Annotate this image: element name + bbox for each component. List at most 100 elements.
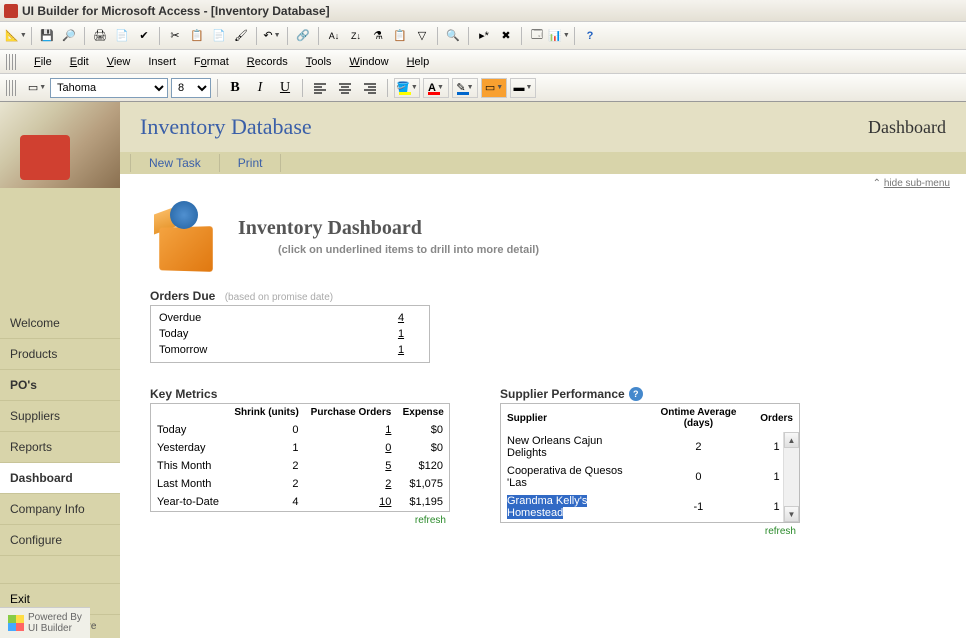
- window-titlebar: UI Builder for Microsoft Access - [Inven…: [0, 0, 966, 22]
- table-row: Last Month 2 2 $1,075: [151, 475, 450, 493]
- menu-help[interactable]: Help: [399, 53, 438, 71]
- font-color-button[interactable]: A▼: [423, 78, 449, 98]
- help-icon[interactable]: ?: [629, 387, 643, 401]
- help-button[interactable]: ?: [580, 26, 600, 46]
- dashboard-subtitle: (click on underlined items to drill into…: [238, 244, 539, 256]
- find-button[interactable]: 🔍: [443, 26, 463, 46]
- sidebar-item-suppliers[interactable]: Suppliers: [0, 401, 120, 432]
- table-row: Year-to-Date 4 10 $1,195: [151, 493, 450, 512]
- print-button[interactable]: 🖨: [90, 26, 110, 46]
- order-label: Overdue: [159, 312, 201, 324]
- vertical-scrollbar[interactable]: ▲ ▼: [783, 432, 799, 522]
- delete-record-button[interactable]: ✖: [496, 26, 516, 46]
- undo-button[interactable]: ↶▼: [262, 26, 282, 46]
- key-metrics-title: Key Metrics: [150, 387, 450, 401]
- table-header: [151, 404, 229, 422]
- sidebar-item-products[interactable]: Products: [0, 339, 120, 370]
- table-header: Expense: [397, 404, 449, 422]
- key-metrics-table: Shrink (units) Purchase Orders Expense T…: [150, 403, 450, 512]
- menu-view[interactable]: View: [99, 53, 139, 71]
- po-drill-link[interactable]: 5: [385, 460, 391, 472]
- order-label: Today: [159, 328, 188, 340]
- page-title: Dashboard: [868, 117, 946, 138]
- order-value-link[interactable]: 1: [381, 344, 421, 356]
- sidebar-item-reports[interactable]: Reports: [0, 432, 120, 463]
- hide-submenu-row: ⌃ hide sub-menu: [120, 174, 966, 193]
- sidebar-hero-image: [0, 102, 120, 188]
- database-window-button[interactable]: 🗔: [527, 26, 547, 46]
- align-right-button[interactable]: [359, 78, 381, 98]
- file-search-button[interactable]: 🔎: [59, 26, 79, 46]
- toolbar-grip-icon[interactable]: [6, 80, 18, 96]
- sort-desc-button[interactable]: Z↓: [346, 26, 366, 46]
- order-value-link[interactable]: 4: [381, 312, 421, 324]
- order-label: Tomorrow: [159, 344, 207, 356]
- print-action-button[interactable]: Print: [220, 154, 282, 172]
- filter-by-form-button[interactable]: 📋: [390, 26, 410, 46]
- italic-button[interactable]: I: [249, 78, 271, 98]
- order-value-link[interactable]: 1: [381, 328, 421, 340]
- underline-button[interactable]: U: [274, 78, 296, 98]
- po-drill-link[interactable]: 10: [379, 496, 391, 508]
- format-painter-button[interactable]: 🖌: [231, 26, 251, 46]
- special-effect-button[interactable]: ▬▼: [510, 78, 536, 98]
- filter-by-selection-button[interactable]: ⚗: [368, 26, 388, 46]
- menu-records[interactable]: Records: [239, 53, 296, 71]
- apply-filter-button[interactable]: ▽: [412, 26, 432, 46]
- table-header: Ontime Average (days): [643, 404, 755, 432]
- po-drill-link[interactable]: 2: [385, 478, 391, 490]
- table-header: Purchase Orders: [305, 404, 398, 422]
- print-preview-button[interactable]: 📄: [112, 26, 132, 46]
- new-record-button[interactable]: ▸*: [474, 26, 494, 46]
- perf-refresh-link[interactable]: refresh: [500, 523, 800, 540]
- hyperlink-button[interactable]: 🔗: [293, 26, 313, 46]
- supplier-perf-box: Supplier Ontime Average (days) Orders Ne…: [500, 403, 800, 523]
- bold-button[interactable]: B: [224, 78, 246, 98]
- border-style-button[interactable]: ▭▼: [481, 78, 507, 98]
- object-selector[interactable]: ▭▼: [27, 78, 47, 98]
- new-object-button[interactable]: 📊▼: [549, 26, 569, 46]
- menu-tools[interactable]: Tools: [298, 53, 340, 71]
- po-drill-link[interactable]: 1: [385, 424, 391, 436]
- scroll-down-button[interactable]: ▼: [784, 506, 799, 522]
- menu-edit[interactable]: Edit: [62, 53, 97, 71]
- ui-builder-logo-icon: [8, 615, 24, 631]
- font-name-select[interactable]: Tahoma: [50, 78, 168, 98]
- sort-asc-button[interactable]: A↓: [324, 26, 344, 46]
- action-bar: New Task Print: [120, 152, 966, 174]
- design-view-button[interactable]: 📐▼: [6, 26, 26, 46]
- powered-by-footer: Powered By UI Builder: [0, 607, 90, 638]
- spellcheck-button[interactable]: ✔: [134, 26, 154, 46]
- sidebar-item-configure[interactable]: Configure: [0, 525, 120, 556]
- copy-button[interactable]: 📋: [187, 26, 207, 46]
- app-icon: [4, 4, 18, 18]
- new-task-button[interactable]: New Task: [130, 154, 220, 172]
- cut-button[interactable]: ✂: [165, 26, 185, 46]
- hide-submenu-link[interactable]: hide sub-menu: [884, 178, 950, 189]
- sidebar-item-welcome[interactable]: Welcome: [0, 308, 120, 339]
- orders-due-subtitle: (based on promise date): [225, 292, 333, 303]
- po-drill-link[interactable]: 0: [385, 442, 391, 454]
- save-button[interactable]: 💾: [37, 26, 57, 46]
- metrics-refresh-link[interactable]: refresh: [150, 512, 450, 529]
- menu-format[interactable]: Format: [186, 53, 237, 71]
- sidebar-item-dashboard[interactable]: Dashboard: [0, 463, 120, 494]
- table-row: New Orleans Cajun Delights 2 1: [501, 432, 799, 462]
- align-left-button[interactable]: [309, 78, 331, 98]
- dashboard-icon: [150, 201, 220, 271]
- menu-grip-icon[interactable]: [6, 54, 18, 70]
- scroll-up-button[interactable]: ▲: [784, 432, 799, 448]
- paste-button[interactable]: 📄: [209, 26, 229, 46]
- menu-window[interactable]: Window: [341, 53, 396, 71]
- order-row-tomorrow: Tomorrow 1: [159, 342, 421, 358]
- menu-insert[interactable]: Insert: [140, 53, 184, 71]
- window-title: UI Builder for Microsoft Access - [Inven…: [22, 4, 330, 18]
- align-center-button[interactable]: [334, 78, 356, 98]
- menu-file[interactable]: File: [26, 53, 60, 71]
- font-size-select[interactable]: 8: [171, 78, 211, 98]
- fill-color-button[interactable]: 🪣▼: [394, 78, 420, 98]
- content-header: Inventory Database Dashboard: [120, 102, 966, 152]
- sidebar-item-company-info[interactable]: Company Info: [0, 494, 120, 525]
- line-color-button[interactable]: ✎▼: [452, 78, 478, 98]
- sidebar-item-pos[interactable]: PO's: [0, 370, 120, 401]
